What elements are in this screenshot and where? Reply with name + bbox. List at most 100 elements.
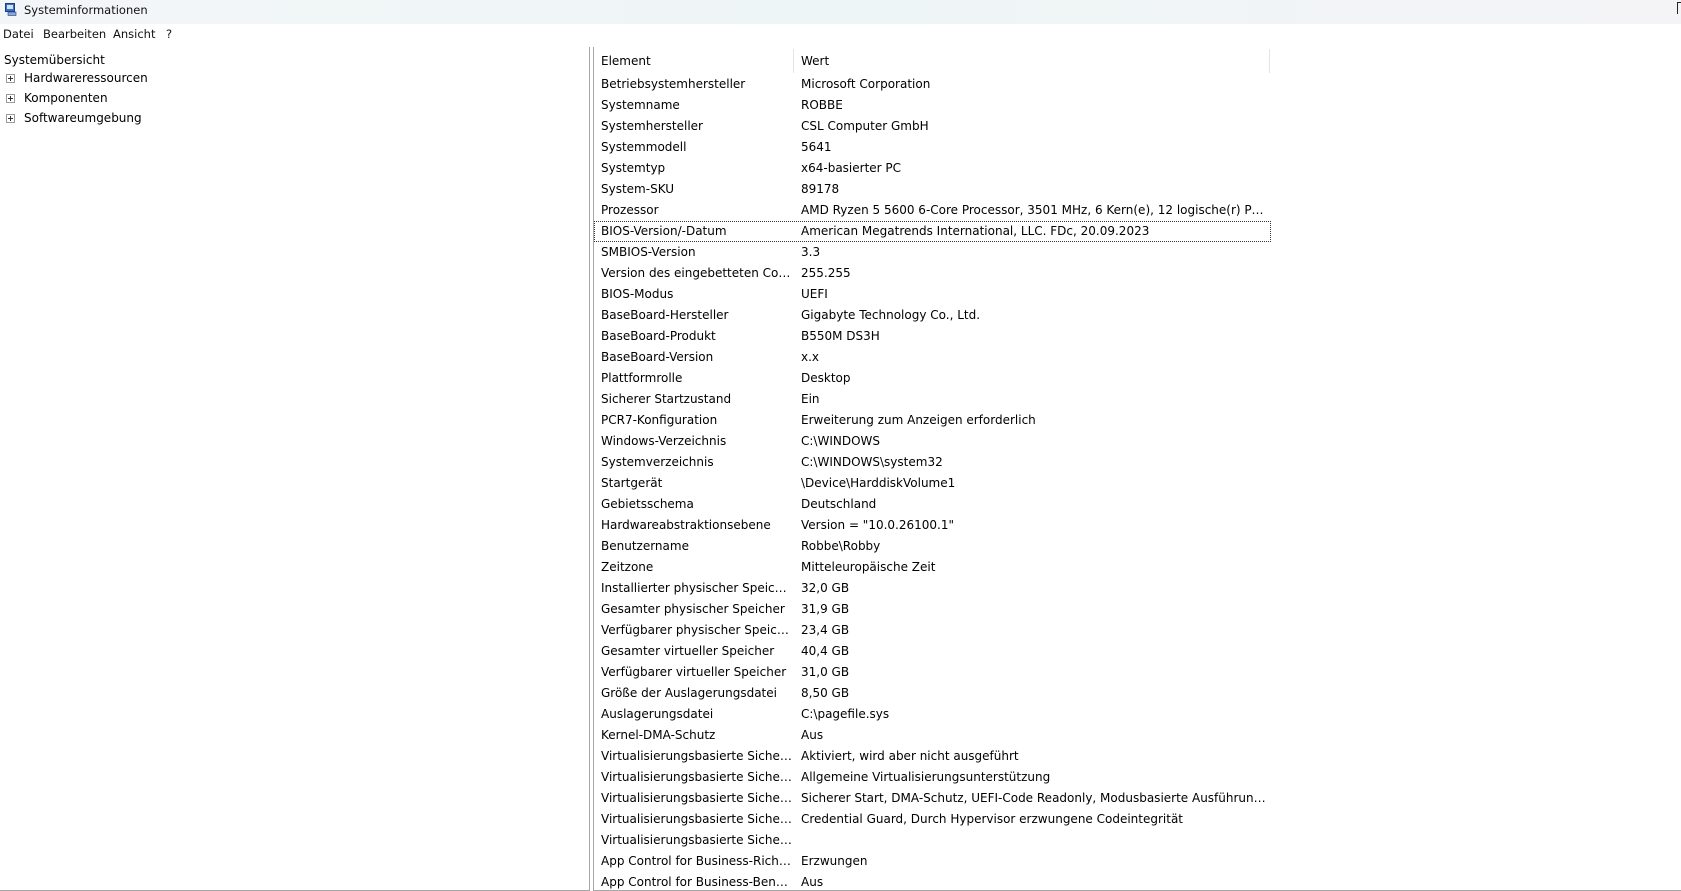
table-row[interactable]: Gesamter physischer Speicher 31,9 GB <box>594 599 1271 620</box>
cell-value: 32,0 GB <box>801 581 850 595</box>
cell-value: 89178 <box>801 182 840 196</box>
window-title: Systeminformationen <box>24 3 148 17</box>
cell-element: Benutzername <box>601 539 689 553</box>
cell-element: Systemtyp <box>601 161 666 175</box>
tree-item-label: Komponenten <box>24 91 108 105</box>
details-list: Element Wert Betriebsystemhersteller Micr… <box>593 47 1681 891</box>
cell-element: SMBIOS-Version <box>601 245 696 259</box>
cell-value: 8,50 GB <box>801 686 850 700</box>
cell-element: Systemname <box>601 98 680 112</box>
cell-value: Deutschland <box>801 497 877 511</box>
cell-element: Virtualisierungsbasierte Sicherh... <box>601 812 792 826</box>
menu-datei[interactable]: Datei <box>3 27 34 41</box>
table-row[interactable]: BaseBoard-Version x.x <box>594 347 1271 368</box>
table-row[interactable]: Benutzername Robbe\Robby <box>594 536 1271 557</box>
table-row[interactable]: Gesamter virtueller Speicher 40,4 GB <box>594 641 1271 662</box>
table-row[interactable]: PCR7-Konfiguration Erweiterung zum Anzeig… <box>594 410 1271 431</box>
table-row[interactable]: Virtualisierungsbasierte Sicherh... Crede… <box>594 809 1271 830</box>
cell-element: Systemhersteller <box>601 119 703 133</box>
table-row[interactable]: Virtualisierungsbasierte Sicherh... Siche… <box>594 788 1271 809</box>
table-row[interactable]: Betriebsystemhersteller Microsoft Corpora… <box>594 74 1271 95</box>
table-row[interactable]: Virtualisierungsbasierte Sicherh... Aktiv… <box>594 746 1271 767</box>
cell-value: 40,4 GB <box>801 644 850 658</box>
table-row[interactable]: App Control for Business-Benut... Aus <box>594 872 1271 890</box>
cell-value: Ein <box>801 392 820 406</box>
cell-element: BIOS-Version/-Datum <box>601 224 727 238</box>
table-row[interactable]: Auslagerungsdatei C:\pagefile.sys <box>594 704 1271 725</box>
cell-element: Virtualisierungsbasierte Sicherh... <box>601 749 792 763</box>
cell-element: Gebietsschema <box>601 497 694 511</box>
expand-plus-icon[interactable] <box>6 114 15 123</box>
cell-element: App Control for Business-Richtl... <box>601 854 792 868</box>
table-row[interactable]: Sicherer Startzustand Ein <box>594 389 1271 410</box>
column-header-element[interactable]: Element <box>594 49 794 73</box>
menu-bearbeiten[interactable]: Bearbeiten <box>43 27 106 41</box>
table-row[interactable]: BaseBoard-Produkt B550M DS3H <box>594 326 1271 347</box>
table-row[interactable]: App Control for Business-Richtl... Erzwun… <box>594 851 1271 872</box>
table-row[interactable]: Systemtyp x64-basierter PC <box>594 158 1271 179</box>
cell-value: AMD Ryzen 5 5600 6-Core Processor, 3501 … <box>801 203 1268 217</box>
cell-value: Credential Guard, Durch Hypervisor erzwu… <box>801 812 1184 826</box>
cell-element: Kernel-DMA-Schutz <box>601 728 716 742</box>
cell-element: Systemmodell <box>601 140 687 154</box>
cell-element: Verfügbarer virtueller Speicher <box>601 665 787 679</box>
cell-element: Version des eingebetteten Cont... <box>601 266 792 280</box>
cell-element: Verfügbarer physischer Speicher <box>601 623 792 637</box>
cell-value: 31,9 GB <box>801 602 850 616</box>
table-row[interactable]: Kernel-DMA-Schutz Aus <box>594 725 1271 746</box>
system-information-icon <box>5 3 17 16</box>
cell-value: Robbe\Robby <box>801 539 881 553</box>
cell-value: Allgemeine Virtualisierungsunterstützung <box>801 770 1051 784</box>
table-row[interactable]: BaseBoard-Hersteller Gigabyte Technology … <box>594 305 1271 326</box>
cell-element: Installierter physischer Speicher... <box>601 581 792 595</box>
cell-value: Sicherer Start, DMA-Schutz, UEFI-Code Re… <box>801 791 1268 805</box>
menu-ansicht[interactable]: Ansicht <box>113 27 155 41</box>
cell-value: ROBBE <box>801 98 843 112</box>
table-row[interactable]: Verfügbarer physischer Speicher 23,4 GB <box>594 620 1271 641</box>
cell-value: Aus <box>801 875 824 889</box>
expand-plus-icon[interactable] <box>6 74 15 83</box>
cell-value: 255.255 <box>801 266 851 280</box>
cell-element: Zeitzone <box>601 560 654 574</box>
cell-element: Sicherer Startzustand <box>601 392 732 406</box>
table-row[interactable]: Virtualisierungsbasierte Sicherh... <box>594 830 1271 851</box>
table-row[interactable]: SMBIOS-Version 3.3 <box>594 242 1271 263</box>
table-row[interactable]: Startgerät \Device\HarddiskVolume1 <box>594 473 1271 494</box>
table-row[interactable]: Systemhersteller CSL Computer GmbH <box>594 116 1271 137</box>
table-row[interactable]: Gebietsschema Deutschland <box>594 494 1271 515</box>
table-row[interactable]: Plattformrolle Desktop <box>594 368 1271 389</box>
expand-plus-icon[interactable] <box>6 94 15 103</box>
table-row[interactable]: Virtualisierungsbasierte Sicherh... Allge… <box>594 767 1271 788</box>
table-row[interactable]: Version des eingebetteten Cont... 255.255 <box>594 263 1271 284</box>
table-row[interactable]: Prozessor AMD Ryzen 5 5600 6-Core Process… <box>594 200 1271 221</box>
column-header-value[interactable]: Wert <box>794 49 1270 73</box>
table-row[interactable]: Verfügbarer virtueller Speicher 31,0 GB <box>594 662 1271 683</box>
cell-element: Betriebsystemhersteller <box>601 77 746 91</box>
cell-element: Gesamter physischer Speicher <box>601 602 785 616</box>
table-row[interactable]: Systemname ROBBE <box>594 95 1271 116</box>
table-row[interactable]: Hardwareabstraktionsebene Version = "10.0… <box>594 515 1271 536</box>
table-row[interactable]: Installierter physischer Speicher... 32,0… <box>594 578 1271 599</box>
table-row[interactable]: BIOS-Modus UEFI <box>594 284 1271 305</box>
cell-element: Startgerät <box>601 476 663 490</box>
window-control-edge[interactable] <box>1677 2 1681 14</box>
menu-help[interactable]: ? <box>166 27 172 41</box>
table-row[interactable]: BIOS-Version/-Datum American Megatrends I… <box>594 221 1271 242</box>
list-header: Element Wert <box>594 49 1274 73</box>
cell-element: Größe der Auslagerungsdatei <box>601 686 777 700</box>
table-row[interactable]: Systemmodell 5641 <box>594 137 1271 158</box>
tree-item-systemuebersicht[interactable]: Systemübersicht <box>4 53 105 67</box>
table-row[interactable]: Zeitzone Mitteleuropäische Zeit <box>594 557 1271 578</box>
table-row[interactable]: System-SKU 89178 <box>594 179 1271 200</box>
table-row[interactable]: Größe der Auslagerungsdatei 8,50 GB <box>594 683 1271 704</box>
cell-element: Systemverzeichnis <box>601 455 714 469</box>
cell-element: Virtualisierungsbasierte Sicherh... <box>601 833 792 847</box>
cell-value: C:\WINDOWS\system32 <box>801 455 943 469</box>
tree-item-label: Hardwareressourcen <box>24 71 148 85</box>
table-row[interactable]: Systemverzeichnis C:\WINDOWS\system32 <box>594 452 1271 473</box>
cell-element: BaseBoard-Hersteller <box>601 308 729 322</box>
table-row[interactable]: Windows-Verzeichnis C:\WINDOWS <box>594 431 1271 452</box>
cell-value: 31,0 GB <box>801 665 850 679</box>
cell-value: 23,4 GB <box>801 623 850 637</box>
cell-element: PCR7-Konfiguration <box>601 413 718 427</box>
